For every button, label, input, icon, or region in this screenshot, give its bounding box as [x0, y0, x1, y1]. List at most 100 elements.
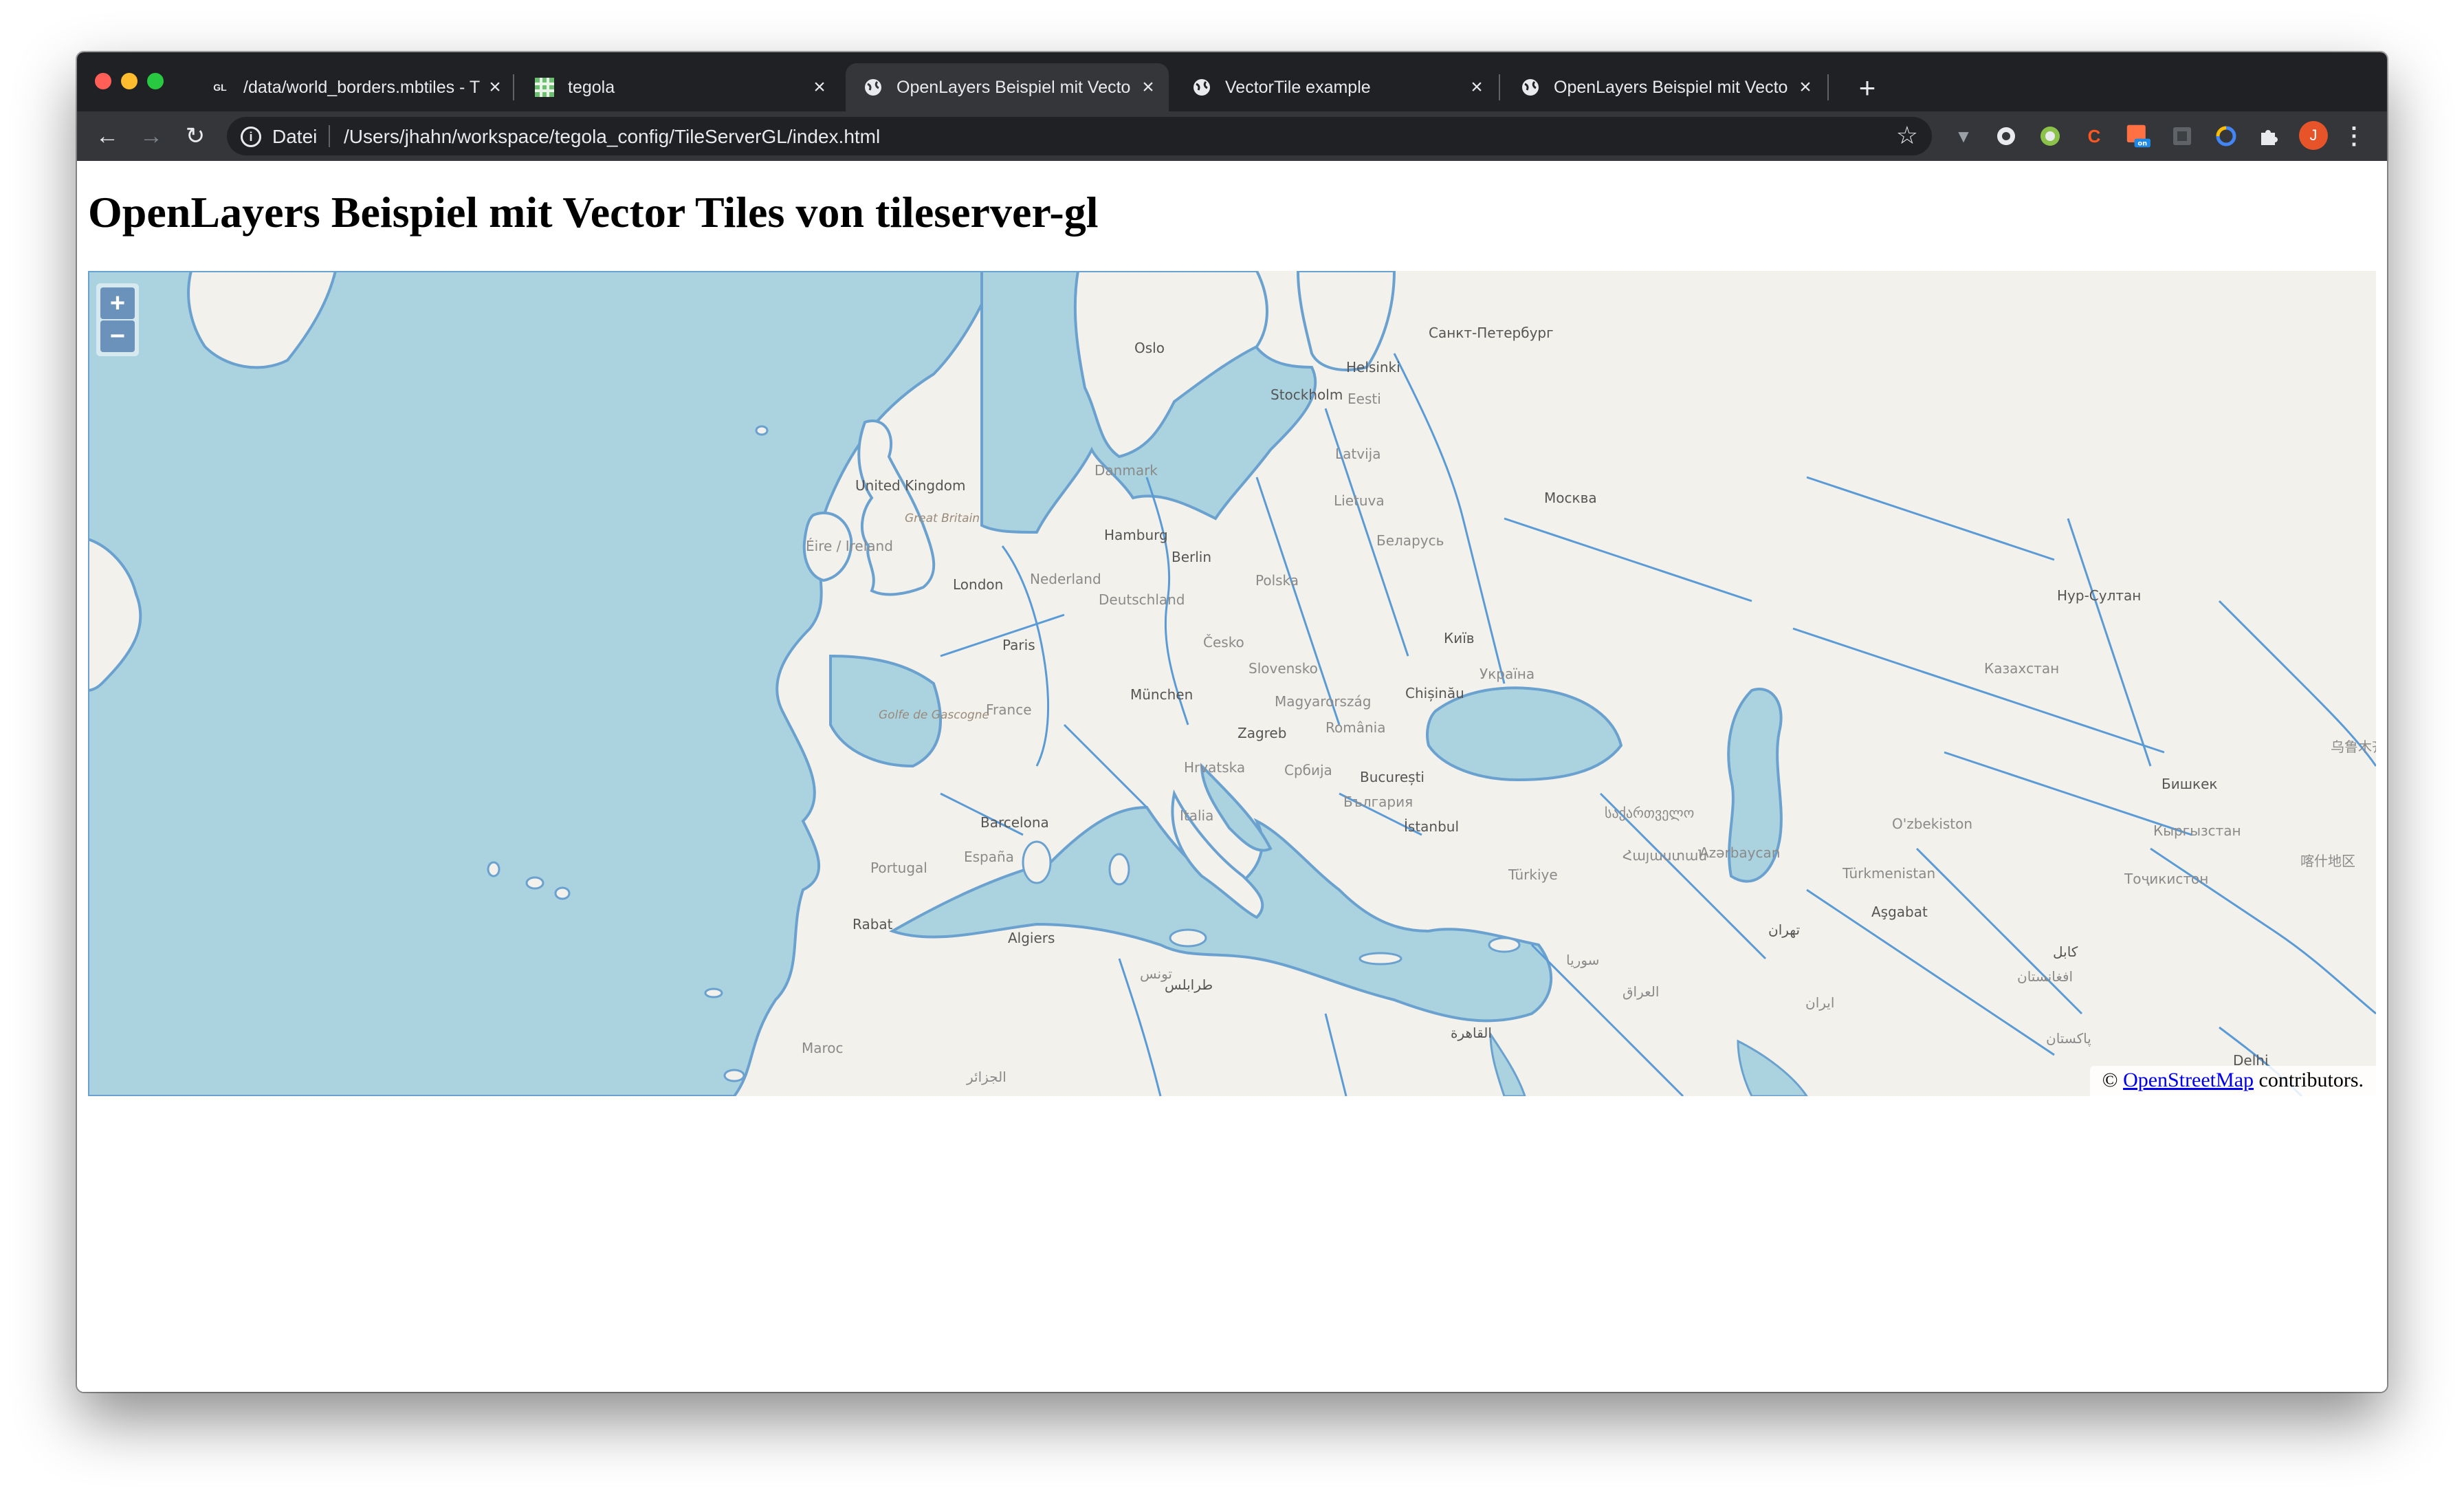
globe-icon	[1192, 78, 1211, 97]
map-label: افغانستان	[2017, 968, 2074, 985]
map-label: Кыргызстан	[2153, 822, 2241, 839]
bookmark-star-icon[interactable]: ☆	[1896, 121, 1918, 150]
map-label: Санкт-Петербург	[1429, 325, 1554, 341]
gl-logo-icon: GL	[213, 82, 227, 93]
tab-divider	[1499, 74, 1500, 100]
map-label: Golfe de Gascogne	[879, 708, 990, 722]
map-label: İstanbul	[1404, 818, 1460, 835]
map-label: Hrvatska	[1184, 759, 1246, 776]
grey-extension-icon[interactable]	[2170, 124, 2194, 149]
zoom-control: + −	[96, 283, 139, 356]
browser-window: GL /data/world_borders.mbtiles - T × teg…	[77, 52, 2387, 1392]
map-label: Nederland	[1030, 571, 1101, 587]
map-label: Algiers	[1008, 930, 1055, 946]
map-label: Slovensko	[1248, 660, 1318, 677]
close-icon[interactable]: ×	[1463, 74, 1490, 101]
map-label: Portugal	[870, 860, 927, 876]
globe-icon	[864, 78, 883, 97]
zoom-out-button[interactable]: −	[100, 320, 135, 352]
window-close-button[interactable]	[95, 73, 111, 89]
map-label: Great Britain	[905, 512, 980, 525]
map-label: O'zbekiston	[1892, 816, 1973, 832]
map-label: Հայաստան	[1622, 847, 1708, 864]
window-minimize-button[interactable]	[121, 73, 138, 89]
map-label: العراق	[1622, 983, 1660, 1000]
map-label: کابل	[2053, 943, 2078, 960]
page-title: OpenLayers Beispiel mit Vector Tiles von…	[88, 188, 1099, 237]
tab-world-borders[interactable]: GL /data/world_borders.mbtiles - T ×	[192, 63, 516, 111]
map-label: تهران	[1768, 921, 1801, 938]
map-label: Rabat	[852, 916, 893, 932]
green-extension-icon[interactable]	[2038, 124, 2062, 149]
back-arrow-icon[interactable]: ←	[89, 118, 125, 154]
profile-avatar[interactable]: J	[2299, 121, 2328, 150]
browser-toolbar: ← → ↻ i Datei /Users/jhahn/workspace/teg…	[77, 111, 2387, 161]
tab-divider	[513, 74, 514, 100]
info-icon[interactable]: i	[241, 127, 261, 147]
zoom-in-button[interactable]: +	[100, 287, 135, 319]
map-label: Бишкек	[2162, 776, 2218, 792]
map-label: الجزائر	[967, 1069, 1006, 1085]
close-icon[interactable]: ×	[806, 74, 833, 101]
close-icon[interactable]: ×	[1134, 74, 1162, 101]
map-label: Maroc	[802, 1040, 844, 1056]
close-icon[interactable]: ×	[1792, 74, 1819, 101]
tab-openlayers-active[interactable]: OpenLayers Beispiel mit Vecto ×	[846, 63, 1169, 111]
map-label: Hamburg	[1104, 527, 1168, 543]
tab-openlayers-2[interactable]: OpenLayers Beispiel mit Vecto ×	[1503, 63, 1826, 111]
tab-strip: GL /data/world_borders.mbtiles - T × teg…	[77, 52, 2387, 111]
map-attribution: © OpenStreetMap contributors.	[2089, 1066, 2376, 1096]
map-label: Barcelona	[980, 814, 1049, 831]
new-tab-button[interactable]: +	[1848, 69, 1886, 107]
map-viewport[interactable]: Oslo Stockholm Helsinki Санкт-Петербург …	[88, 271, 2376, 1096]
map-label: España	[964, 849, 1014, 865]
vue-devtools-icon[interactable]: ▼	[1951, 124, 1976, 149]
colorful-extension-icon[interactable]	[2214, 124, 2238, 149]
close-icon[interactable]: ×	[481, 74, 509, 101]
attribution-copyright: ©	[2102, 1069, 2118, 1091]
map-label: Deutschland	[1099, 591, 1185, 608]
map-label: București	[1360, 769, 1424, 785]
map-label: Нур-Султан	[2057, 587, 2142, 604]
map-label: München	[1130, 686, 1194, 703]
map-label: Berlin	[1172, 549, 1212, 565]
map-label: България	[1343, 794, 1414, 810]
map-label: România	[1326, 719, 1386, 736]
puzzle-icon[interactable]	[2256, 124, 2281, 149]
forward-arrow-icon[interactable]: →	[133, 118, 169, 154]
window-zoom-button[interactable]	[147, 73, 164, 89]
globe-icon	[1521, 78, 1540, 97]
address-bar[interactable]: i Datei /Users/jhahn/workspace/tegola_co…	[227, 117, 1932, 155]
map-label: Србија	[1284, 762, 1332, 778]
map-label: London	[953, 576, 1004, 593]
circle-extension-icon[interactable]	[1994, 124, 2018, 149]
svg-text:on: on	[2137, 140, 2147, 148]
map-label: Helsinki	[1346, 359, 1400, 375]
map-label: Türkmenistan	[1842, 865, 1936, 882]
map-label: Aşgabat	[1871, 904, 1928, 920]
more-icon[interactable]: ⋮	[2342, 123, 2366, 149]
tab-tegola[interactable]: tegola ×	[517, 63, 840, 111]
map-label: Latvija	[1335, 446, 1381, 462]
map-label: 乌鲁木齐市	[2331, 739, 2376, 755]
reload-icon[interactable]: ↻	[177, 118, 213, 154]
map-label: Москва	[1544, 490, 1597, 506]
tab-vectortile-example[interactable]: VectorTile example ×	[1174, 63, 1497, 111]
map-label: القاهرة	[1451, 1025, 1492, 1041]
url-text[interactable]: /Users/jhahn/workspace/tegola_config/Til…	[344, 126, 880, 148]
map-label: Казахстан	[1984, 660, 2060, 677]
openstreetmap-link[interactable]: OpenStreetMap	[2123, 1069, 2254, 1091]
map-label: United Kingdom	[855, 477, 966, 494]
map-label: Türkiye	[1508, 866, 1558, 883]
map-label: Polska	[1255, 572, 1299, 589]
map-label: Paris	[1002, 637, 1035, 653]
c-extension-icon[interactable]: C	[2082, 124, 2106, 149]
tab-divider	[1827, 74, 1829, 100]
map-label: 喀什地区	[2300, 853, 2355, 869]
tab-title: VectorTile example	[1225, 77, 1371, 97]
map-label: Magyarország	[1275, 693, 1372, 710]
map-label: საქართველო	[1605, 805, 1695, 821]
calendar-extension-icon[interactable]: on	[2126, 124, 2150, 149]
map-label: Azərbaycan	[1700, 844, 1781, 861]
map-label: طرابلس	[1165, 976, 1213, 993]
